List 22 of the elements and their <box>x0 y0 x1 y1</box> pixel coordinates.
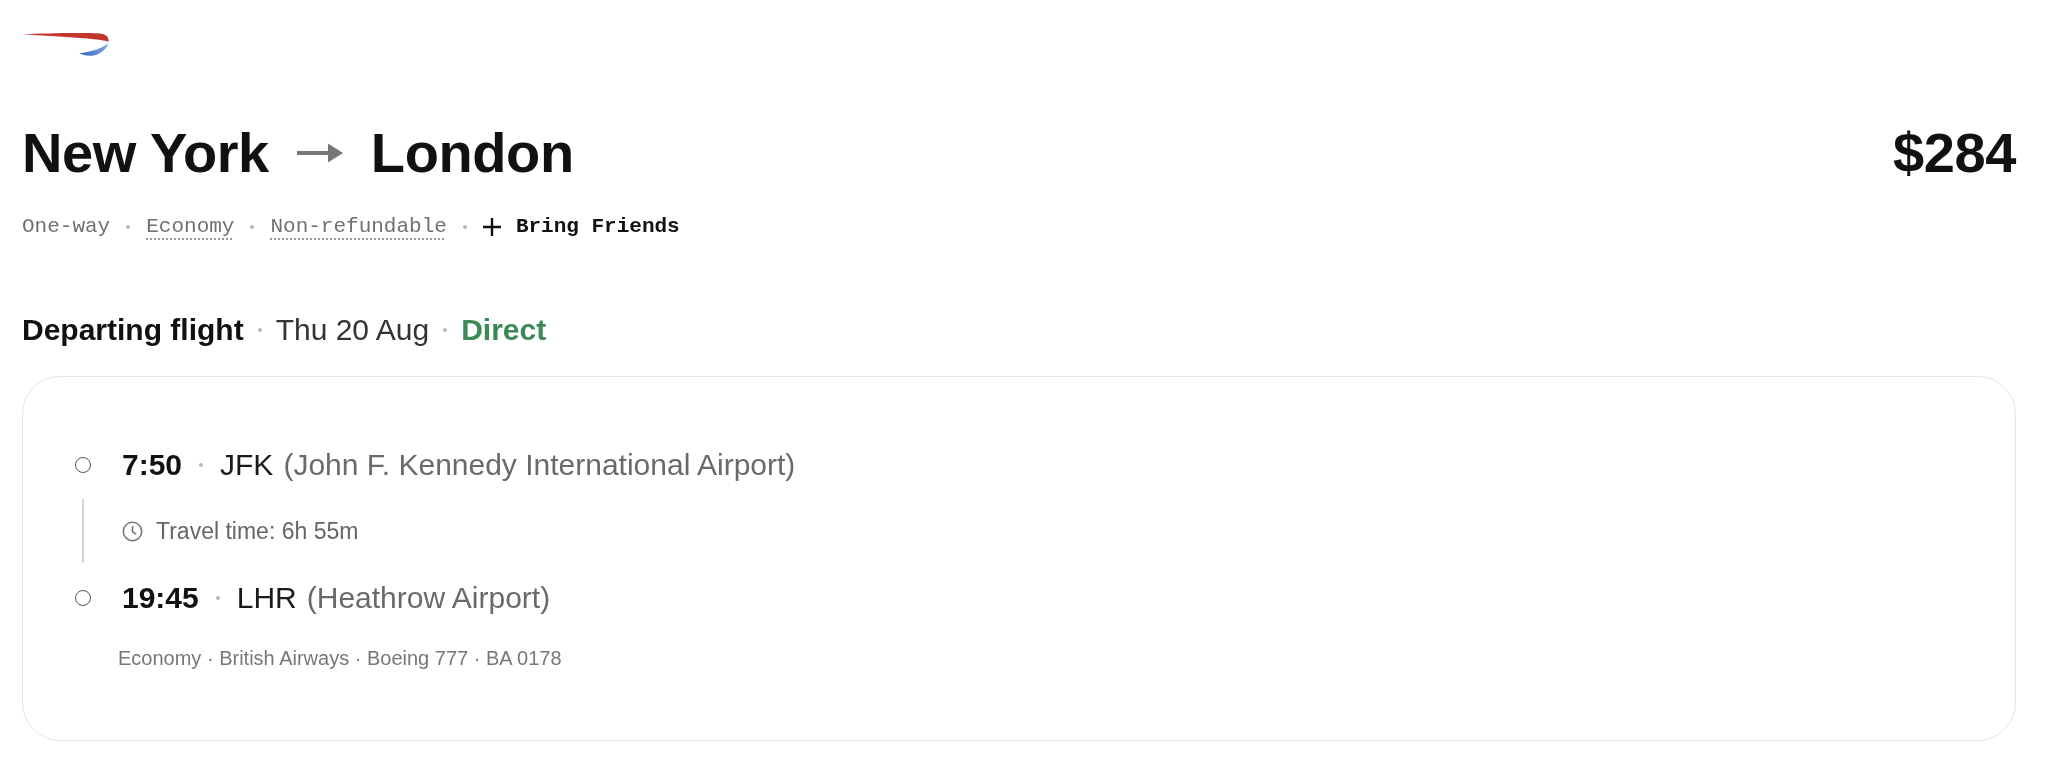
flight-time: 19:45 <box>122 580 199 616</box>
clock-icon <box>122 520 143 542</box>
flight-date: Thu 20 Aug <box>275 312 430 348</box>
stops-label: Direct <box>461 312 547 348</box>
arrow-right-icon <box>296 142 343 164</box>
flight-details: Economy · British Airways · Boeing 777 · BA 0178 <box>118 646 562 671</box>
fare-info-tag[interactable]: Non-refundable <box>270 213 447 241</box>
travel-time: Travel time: 6h 55m <box>156 517 359 546</box>
flight-time: 7:50 <box>122 447 183 483</box>
airport-code: JFK <box>220 447 274 483</box>
airport-code: LHR <box>236 580 297 616</box>
fare-info-tag[interactable]: Economy <box>146 213 235 241</box>
origin-city: New York <box>22 125 269 181</box>
add-travellers-button[interactable]: Bring Friends <box>482 213 680 241</box>
timeline-connector <box>82 499 84 563</box>
fare-tag: One-way <box>22 213 111 241</box>
plus-icon <box>482 218 501 236</box>
destination-city: London <box>370 125 574 181</box>
price: $284 <box>1893 125 2016 181</box>
section-title: Departing flight <box>22 312 244 348</box>
airport-name: (Heathrow Airport) <box>306 580 551 616</box>
airport-name: (John F. Kennedy International Airport) <box>283 447 796 483</box>
